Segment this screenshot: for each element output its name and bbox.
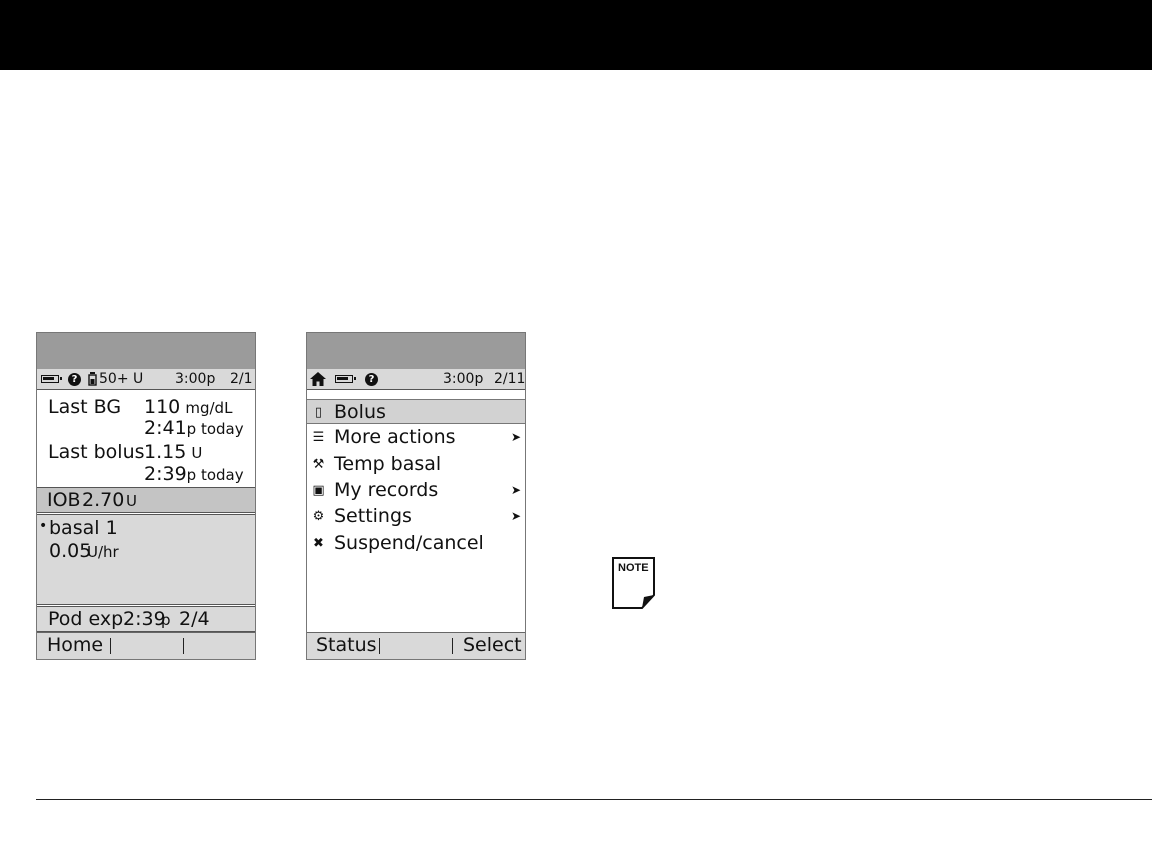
last-bg-value: 110 — [144, 396, 181, 418]
last-bolus-unit: U — [191, 444, 203, 462]
softkey-divider — [110, 638, 111, 654]
last-bolus-time: 2:39p today — [144, 463, 244, 485]
last-bg-time: 2:41p today — [144, 417, 244, 439]
submenu-arrow-icon: ➤ — [510, 509, 521, 524]
footer-divider — [36, 799, 1152, 800]
help-icon[interactable]: ? — [68, 369, 81, 389]
basal-rate-value: 0.05 — [49, 540, 92, 562]
note-icon: NOTE — [612, 557, 655, 609]
main-menu: ▯ Bolus ☰ More actions ➤ ⚒ Temp basal ▣ My recor… — [307, 399, 525, 559]
cancel-icon: ✖ — [313, 535, 324, 551]
menu-item-label: Suspend/cancel — [334, 531, 484, 554]
last-bg-reading: 110 mg/dL — [144, 396, 232, 418]
last-bg-unit: mg/dL — [185, 399, 233, 417]
menu-item-label: Settings — [334, 505, 412, 528]
softkey-divider — [183, 638, 184, 654]
last-bolus-reading: 1.15 U — [144, 441, 202, 463]
pod-expiration-section: Pod exp 2:39 p 2/4 — [37, 606, 255, 632]
home-softkey[interactable]: Home — [47, 633, 103, 659]
status-time: 3:00p — [175, 371, 216, 387]
menu-item-more-actions[interactable]: ☰ More actions ➤ — [307, 425, 525, 450]
status-date: 2/1 — [230, 371, 253, 387]
pod-exp-date: 2/4 — [179, 608, 210, 630]
iob-section: IOB 2.70 U — [37, 487, 255, 513]
status-softkey[interactable]: Status — [316, 633, 377, 659]
softkey-bar: Home — [37, 632, 255, 659]
menu-item-label: Temp basal — [334, 452, 442, 475]
submenu-arrow-icon: ➤ — [510, 482, 521, 497]
battery-icon — [41, 369, 62, 389]
menu-item-label: More actions — [334, 426, 456, 449]
iob-unit: U — [126, 492, 137, 510]
note-label: NOTE — [618, 562, 649, 574]
submenu-arrow-icon: ➤ — [510, 430, 521, 445]
last-bg-section: Last BG 110 mg/dL 2:41p today Last bolus… — [37, 391, 255, 487]
middle-softkey[interactable] — [385, 633, 450, 659]
status-bar: ? 50+ U 3:00p 2/1 — [37, 369, 255, 390]
settings-icon: ⚙ — [312, 509, 325, 525]
right-softkey[interactable] — [189, 633, 249, 659]
softkey-divider — [379, 638, 380, 654]
menu-item-temp-basal[interactable]: ⚒ Temp basal — [307, 452, 525, 477]
middle-softkey[interactable] — [117, 633, 182, 659]
iob-label: IOB — [47, 489, 81, 511]
status-bar: ? 3:00p 2/11 — [307, 369, 525, 390]
basal-section: • basal 1 0.05 U/hr — [37, 514, 255, 605]
top-banner — [0, 0, 1152, 70]
softkey-bar: Status Select — [307, 632, 525, 659]
menu-item-label: My records — [334, 478, 439, 501]
menu-item-my-records[interactable]: ▣ My records ➤ — [307, 478, 525, 503]
screen-header — [307, 333, 525, 369]
iob-value: 2.70 — [82, 489, 125, 511]
basal-program-name: basal 1 — [49, 517, 118, 539]
records-icon: ▣ — [312, 482, 325, 498]
home-icon — [310, 369, 326, 389]
pod-exp-label: Pod exp — [48, 608, 124, 630]
battery-icon — [335, 369, 356, 389]
menu-item-bolus[interactable]: ▯ Bolus — [307, 399, 525, 424]
menu-item-label: Bolus — [334, 401, 386, 423]
insulin-vial-icon — [88, 369, 97, 389]
vial-icon: ▯ — [314, 405, 323, 420]
softkey-divider — [452, 638, 453, 654]
last-bg-label: Last BG — [48, 396, 122, 418]
menu-item-suspend-cancel[interactable]: ✖ Suspend/cancel — [307, 531, 525, 556]
status-date: 2/11 — [494, 371, 526, 387]
tools-icon: ⚒ — [312, 456, 325, 472]
basal-rate-unit: U/hr — [87, 543, 119, 561]
menu-item-settings[interactable]: ⚙ Settings ➤ — [307, 504, 525, 529]
pod-exp-suffix: p — [161, 611, 171, 629]
status-time: 3:00p — [443, 371, 484, 387]
help-icon[interactable]: ? — [365, 369, 378, 389]
active-basal-bullet: • — [39, 518, 48, 534]
select-softkey[interactable]: Select — [463, 633, 522, 659]
reservoir-level: 50+ U — [99, 371, 144, 387]
status-screen: ? 50+ U 3:00p 2/1 Last BG 110 mg/dL 2:41… — [36, 332, 256, 660]
last-bolus-value: 1.15 — [144, 441, 187, 463]
screen-header — [37, 333, 255, 369]
home-menu-screen: ? 3:00p 2/11 ▯ Bolus ☰ More actions ➤ ⚒ Temp b… — [306, 332, 526, 660]
pod-exp-time: 2:39 — [123, 608, 166, 630]
last-bolus-label: Last bolus — [48, 441, 145, 463]
list-icon: ☰ — [312, 430, 325, 446]
